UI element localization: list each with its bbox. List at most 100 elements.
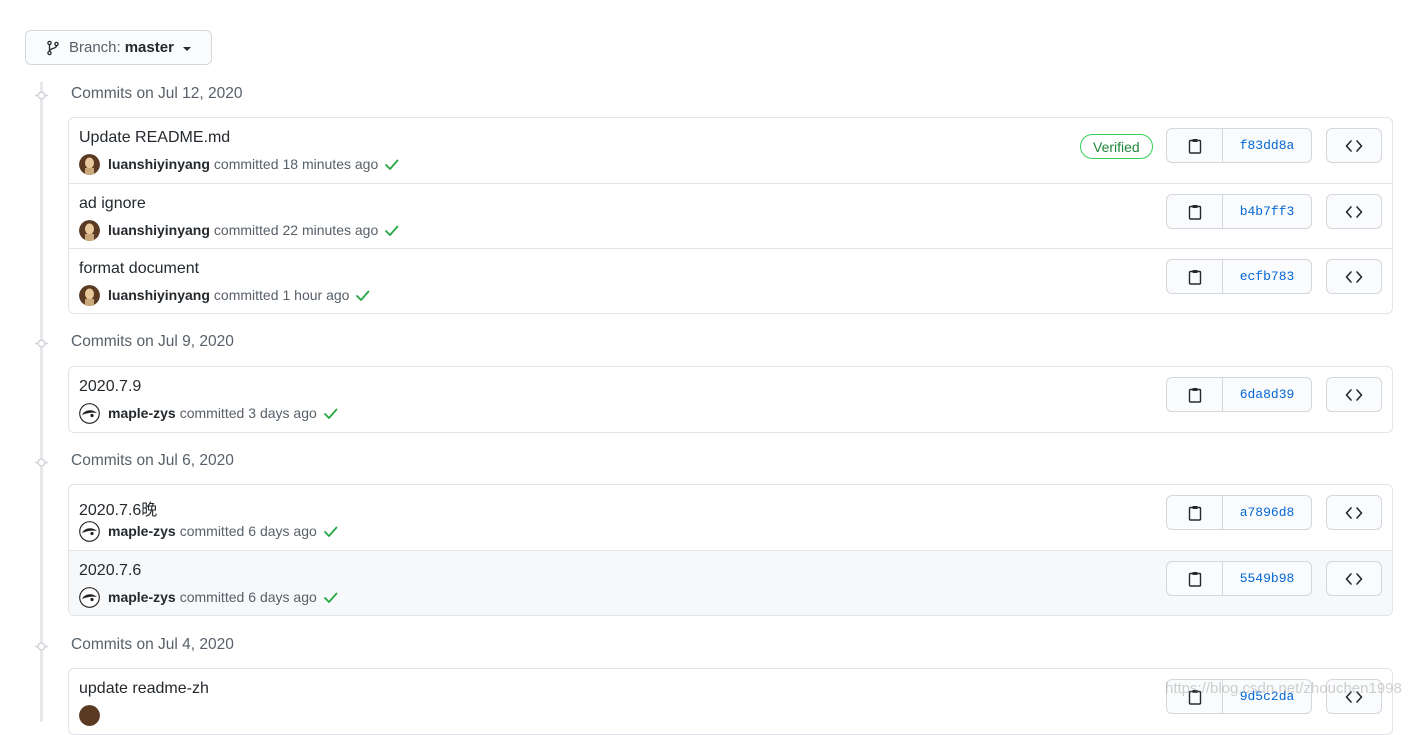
copy-sha-button[interactable] — [1167, 496, 1223, 529]
commit-meta: maple-zys committed 6 days ago — [79, 586, 338, 608]
commit-meta: luanshiyinyang committed 1 hour ago — [79, 284, 370, 306]
timeline-line — [40, 82, 43, 722]
commit-row: 2020.7.6 maple-zys committed 6 days ago 5549… — [69, 550, 1392, 615]
commit-author-link[interactable]: maple-zys — [108, 589, 176, 605]
copy-sha-button[interactable] — [1167, 260, 1223, 293]
commit-row: format document luanshiyinyang committed 1 … — [69, 248, 1392, 313]
commit-group-date: Commits on Jul 12, 2020 — [71, 85, 243, 102]
commit-action: committed — [179, 523, 245, 539]
commit-row: update readme-zh 9d5c2da — [69, 669, 1392, 734]
commit-sha-link[interactable]: 6da8d39 — [1223, 378, 1311, 411]
commit-action: committed — [213, 222, 279, 238]
commit-time: 3 days ago — [248, 405, 317, 421]
commit-action: committed — [213, 156, 279, 172]
browse-repo-button[interactable] — [1326, 259, 1382, 294]
commit-sha-link[interactable]: a7896d8 — [1223, 496, 1311, 529]
chevron-down-icon — [182, 46, 191, 51]
commit-title-link[interactable]: update readme-zh — [79, 680, 209, 698]
commit-sha-link[interactable]: 9d5c2da — [1223, 680, 1311, 713]
commit-author-link[interactable]: maple-zys — [108, 523, 176, 539]
commit-time: 6 days ago — [248, 523, 317, 539]
clipboard-icon — [1188, 505, 1202, 521]
commit-sha-link[interactable]: b4b7ff3 — [1223, 195, 1311, 228]
commit-group-box: update readme-zh 9d5c2da — [68, 668, 1393, 735]
commit-node-icon — [35, 456, 48, 469]
commit-title-link[interactable]: 2020.7.9 — [79, 378, 141, 396]
check-icon[interactable] — [323, 590, 338, 605]
commit-sha-group: b4b7ff3 — [1166, 194, 1312, 229]
clipboard-icon — [1188, 387, 1202, 403]
commit-row: Update README.md luanshiyinyang committed 1… — [69, 118, 1392, 183]
commit-node-icon — [35, 89, 48, 102]
copy-sha-button[interactable] — [1167, 562, 1223, 595]
check-icon[interactable] — [384, 157, 399, 172]
commit-row: 2020.7.9 maple-zys committed 3 days ago 6da8… — [69, 367, 1392, 432]
branch-select-button[interactable]: Branch: master — [25, 30, 212, 65]
avatar[interactable] — [79, 520, 100, 542]
commit-title-link[interactable]: Update README.md — [79, 129, 230, 147]
commit-group-box: 2020.7.9 maple-zys committed 3 days ago 6da8… — [68, 366, 1393, 433]
commit-sha-link[interactable]: f83dd8a — [1223, 129, 1311, 162]
avatar[interactable] — [79, 586, 100, 608]
avatar[interactable] — [79, 704, 100, 726]
commit-title-link[interactable]: 2020.7.6 — [79, 562, 141, 580]
clipboard-icon — [1188, 204, 1202, 220]
commit-meta: luanshiyinyang committed 18 minutes ago — [79, 153, 399, 175]
check-icon[interactable] — [384, 223, 399, 238]
commit-sha-group: ecfb783 — [1166, 259, 1312, 294]
commit-action: committed — [213, 287, 279, 303]
commit-sha-group: 6da8d39 — [1166, 377, 1312, 412]
avatar[interactable] — [79, 219, 100, 241]
commit-title-link[interactable]: ad ignore — [79, 195, 146, 213]
clipboard-icon — [1188, 571, 1202, 587]
browse-repo-button[interactable] — [1326, 495, 1382, 530]
commit-time: 18 minutes ago — [282, 156, 379, 172]
browse-repo-button[interactable] — [1326, 679, 1382, 714]
avatar[interactable] — [79, 284, 100, 306]
commit-meta: luanshiyinyang committed 22 minutes ago — [79, 219, 399, 241]
commit-sha-group: a7896d8 — [1166, 495, 1312, 530]
check-icon[interactable] — [355, 288, 370, 303]
browse-repo-button[interactable] — [1326, 561, 1382, 596]
browse-repo-button[interactable] — [1326, 194, 1382, 229]
avatar[interactable] — [79, 402, 100, 424]
commit-sha-link[interactable]: 5549b98 — [1223, 562, 1311, 595]
copy-sha-button[interactable] — [1167, 129, 1223, 162]
commit-time: 22 minutes ago — [282, 222, 379, 238]
browse-repo-button[interactable] — [1326, 377, 1382, 412]
commit-sha-group: 5549b98 — [1166, 561, 1312, 596]
commit-title-link[interactable]: 2020.7.6晚 — [79, 496, 157, 520]
commit-author-link[interactable]: luanshiyinyang — [108, 287, 210, 303]
check-icon[interactable] — [323, 406, 338, 421]
clipboard-icon — [1188, 138, 1202, 154]
commit-time: 1 hour ago — [282, 287, 350, 303]
copy-sha-button[interactable] — [1167, 378, 1223, 411]
commit-author-link[interactable]: luanshiyinyang — [108, 222, 210, 238]
branch-name: master — [124, 39, 174, 56]
copy-sha-button[interactable] — [1167, 680, 1223, 713]
branch-label: Branch: — [69, 39, 121, 56]
verified-badge[interactable]: Verified — [1080, 134, 1153, 159]
commit-author-link[interactable]: luanshiyinyang — [108, 156, 210, 172]
browse-repo-button[interactable] — [1326, 128, 1382, 163]
commit-meta: maple-zys committed 6 days ago — [79, 520, 338, 542]
check-icon[interactable] — [323, 524, 338, 539]
commit-sha-group: 9d5c2da — [1166, 679, 1312, 714]
commit-title-link[interactable]: format document — [79, 260, 199, 278]
copy-sha-button[interactable] — [1167, 195, 1223, 228]
avatar[interactable] — [79, 153, 100, 175]
git-branch-icon — [45, 40, 61, 56]
commit-author-link[interactable]: maple-zys — [108, 405, 176, 421]
commit-node-icon — [35, 640, 48, 653]
commit-sha-group: f83dd8a — [1166, 128, 1312, 163]
commit-node-icon — [35, 337, 48, 350]
commit-action: committed — [179, 589, 245, 605]
commit-sha-link[interactable]: ecfb783 — [1223, 260, 1311, 293]
commit-time: 6 days ago — [248, 589, 317, 605]
commit-meta — [79, 704, 108, 726]
clipboard-icon — [1188, 269, 1202, 285]
code-icon — [1345, 506, 1363, 520]
code-icon — [1345, 139, 1363, 153]
code-icon — [1345, 205, 1363, 219]
clipboard-icon — [1188, 689, 1202, 705]
